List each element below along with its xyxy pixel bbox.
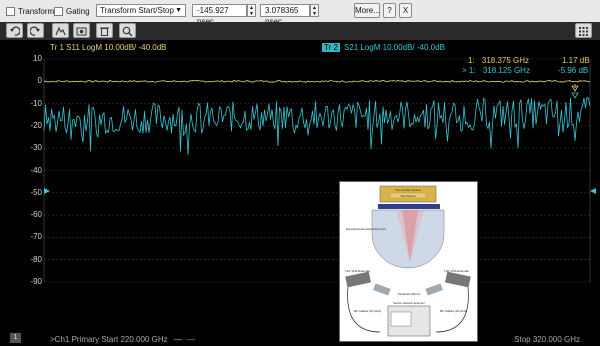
vna-screen — [390, 311, 412, 327]
redo-icon — [30, 26, 40, 36]
close-button[interactable]: X — [399, 3, 412, 18]
right-mirror — [425, 283, 443, 296]
setup-diagram: Non-contact Probe Test Device Test Devic… — [339, 181, 478, 342]
start-time-stepper[interactable]: ▲ ▼ — [247, 4, 256, 17]
redo-button[interactable] — [27, 23, 44, 38]
grid — [43, 58, 591, 283]
screenshot-button[interactable] — [73, 23, 90, 38]
lens-label: Extended Hemispherical Lens — [346, 227, 386, 231]
probe-device-label: Test Device — [400, 194, 416, 198]
trace-display[interactable]: Tr 1 S11 LogM 10.00dB/ -40.0dB Tr 2 S21 L… — [0, 40, 600, 344]
screenshot-icon — [76, 27, 87, 36]
channel-number-badge[interactable]: 1 — [10, 333, 21, 343]
probe-label: Non-contact Probe — [395, 188, 420, 192]
transform-label: Transform — [18, 6, 55, 16]
gating-checkbox-box[interactable] — [54, 6, 63, 16]
right-extender-module — [445, 271, 471, 288]
zoom-button[interactable] — [119, 23, 136, 38]
undo-icon — [10, 26, 20, 36]
chevron-down-icon: ▼ — [175, 7, 182, 14]
mirror-label: Parabolic Mirrors — [398, 292, 421, 296]
vna-label: Vector network analyzer — [393, 301, 425, 305]
transform-checkbox[interactable]: Transform — [6, 4, 54, 18]
setup-diagram-svg: Non-contact Probe Test Device Test Devic… — [345, 185, 471, 337]
reference-level-right-icon[interactable] — [590, 188, 596, 194]
action-toolbar — [0, 22, 600, 40]
grid-menu-button[interactable] — [575, 23, 592, 38]
undo-button[interactable] — [6, 23, 23, 38]
marker1-number: 1 — [574, 84, 577, 90]
more-button[interactable]: More... — [354, 3, 380, 18]
grid-menu-icon — [579, 27, 588, 36]
marker-icon — [55, 26, 66, 36]
right-extender-label: THz VNA Extender — [444, 269, 469, 273]
trace1-line — [43, 79, 591, 83]
transform-toolbar: Transform Gating Transform Start/Stop ▼ … — [0, 0, 600, 26]
test-device-bar — [378, 204, 440, 209]
left-cable-label: RF Cables (10 GHz) — [354, 309, 381, 313]
right-cable-label: RF Cables (10 GHz) — [440, 309, 467, 313]
delete-button[interactable] — [96, 23, 113, 38]
transform-mode-value: Transform Start/Stop — [100, 6, 174, 15]
transform-checkbox-box[interactable] — [6, 6, 15, 16]
left-extender-module — [345, 271, 371, 288]
left-mirror — [373, 283, 391, 296]
marker2-triangle-icon[interactable] — [571, 92, 579, 99]
stop-time-stepper[interactable]: ▲ ▼ — [310, 4, 319, 17]
zoom-icon — [122, 26, 133, 36]
help-button[interactable]: ? — [383, 3, 396, 18]
transform-mode-select[interactable]: Transform Start/Stop ▼ — [96, 4, 186, 17]
delete-icon — [100, 27, 109, 36]
gating-checkbox[interactable]: Gating — [54, 4, 90, 18]
left-extender-label: THz VNA Extender — [345, 269, 370, 273]
marker-button[interactable] — [52, 23, 69, 38]
start-time-input[interactable]: -145.927 psec — [192, 4, 247, 26]
trace-plot: 1 — [43, 58, 596, 283]
gating-label: Gating — [66, 6, 90, 16]
stop-time-input[interactable]: 3.078365 nsec — [260, 4, 310, 26]
